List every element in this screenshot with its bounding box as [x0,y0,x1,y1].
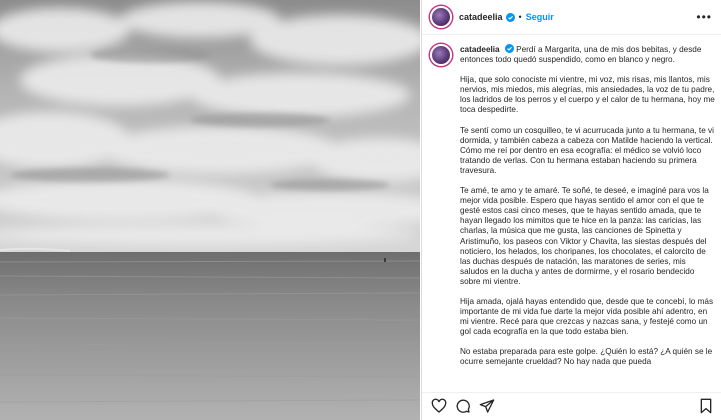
post-header: catadeelia • Seguir ••• [422,0,721,35]
caption-paragraph-4: Te amé, te amo y te amaré. Te soñé, te d… [460,186,709,286]
caption-paragraph-3: Te sentí como un cosquilleo, te vi acurr… [460,125,714,175]
caption-username[interactable]: catadeelia [460,45,500,54]
caption-paragraph-5: Hija amada, ojalá hayas entendido que, d… [460,296,714,337]
bookmark-icon[interactable] [698,398,714,414]
avatar[interactable] [430,6,452,28]
caption-paragraph-6: No estaba preparada para este golpe. ¿Qu… [460,347,713,367]
caption-scroll-area[interactable]: catadeelia Perdí a Margarita, una de mis… [422,36,721,391]
comment-icon[interactable] [455,398,471,414]
more-options-icon[interactable]: ••• [696,10,712,24]
verified-badge-icon [504,44,514,53]
post-image[interactable] [0,0,420,420]
heart-icon[interactable] [431,398,447,414]
post-detail-panel: catadeelia • Seguir ••• catadeelia Perdí… [421,0,721,420]
caption-paragraph-1: catadeelia Perdí a Margarita, una de mis… [460,44,716,65]
caption-paragraph-2: Hija, que solo conociste mi vientre, mi … [460,75,715,115]
username-link[interactable]: catadeelia [459,12,503,22]
separator-dot: • [518,12,522,22]
caption-text: catadeelia Perdí a Margarita, una de mis… [460,44,716,378]
caption-avatar[interactable] [430,44,452,66]
follow-button[interactable]: Seguir [526,12,554,22]
share-icon[interactable] [479,398,495,414]
verified-badge-icon [505,12,515,22]
seascape-image [0,0,420,420]
action-bar [422,392,721,420]
